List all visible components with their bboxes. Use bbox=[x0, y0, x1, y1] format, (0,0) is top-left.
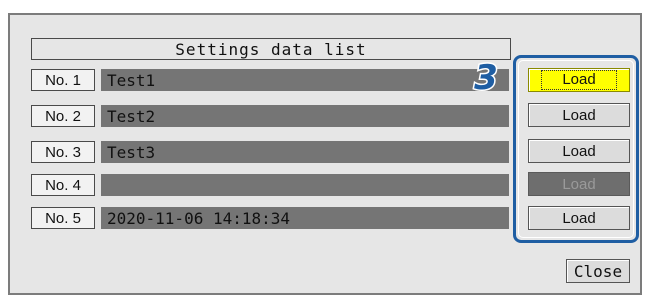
load-button-1[interactable]: Load bbox=[528, 68, 630, 92]
row-number: No. 5 bbox=[31, 207, 95, 229]
row-name-field bbox=[101, 174, 509, 196]
row-name-field: Test2 bbox=[101, 105, 509, 127]
list-row-1: No. 1 Test1 bbox=[31, 69, 509, 91]
row-name-field: Test1 bbox=[101, 69, 509, 91]
list-row-3: No. 3 Test3 bbox=[31, 141, 509, 163]
load-button-label: Load bbox=[562, 175, 596, 193]
row-number: No. 3 bbox=[31, 141, 95, 163]
list-title: Settings data list bbox=[31, 38, 511, 60]
load-button-label: Load bbox=[562, 142, 596, 160]
close-button[interactable]: Close bbox=[566, 259, 630, 283]
step-marker: 3 bbox=[473, 57, 500, 100]
list-row-2: No. 2 Test2 bbox=[31, 105, 509, 127]
list-row-4: No. 4 bbox=[31, 174, 509, 196]
load-button-3[interactable]: Load bbox=[528, 139, 630, 163]
load-button-2[interactable]: Load bbox=[528, 103, 630, 127]
row-number: No. 1 bbox=[31, 69, 95, 91]
settings-data-list-window: Settings data list No. 1 Test1 No. 2 Tes… bbox=[0, 0, 653, 302]
row-number: No. 4 bbox=[31, 174, 95, 196]
load-button-4: Load bbox=[528, 172, 630, 196]
row-number: No. 2 bbox=[31, 105, 95, 127]
load-button-label: Load bbox=[562, 106, 596, 124]
load-button-label: Load bbox=[562, 209, 596, 227]
load-button-5[interactable]: Load bbox=[528, 206, 630, 230]
load-button-label: Load bbox=[541, 70, 617, 90]
row-name-field: Test3 bbox=[101, 141, 509, 163]
list-row-5: No. 5 2020-11-06 14:18:34 bbox=[31, 207, 509, 229]
row-name-field: 2020-11-06 14:18:34 bbox=[101, 207, 509, 229]
